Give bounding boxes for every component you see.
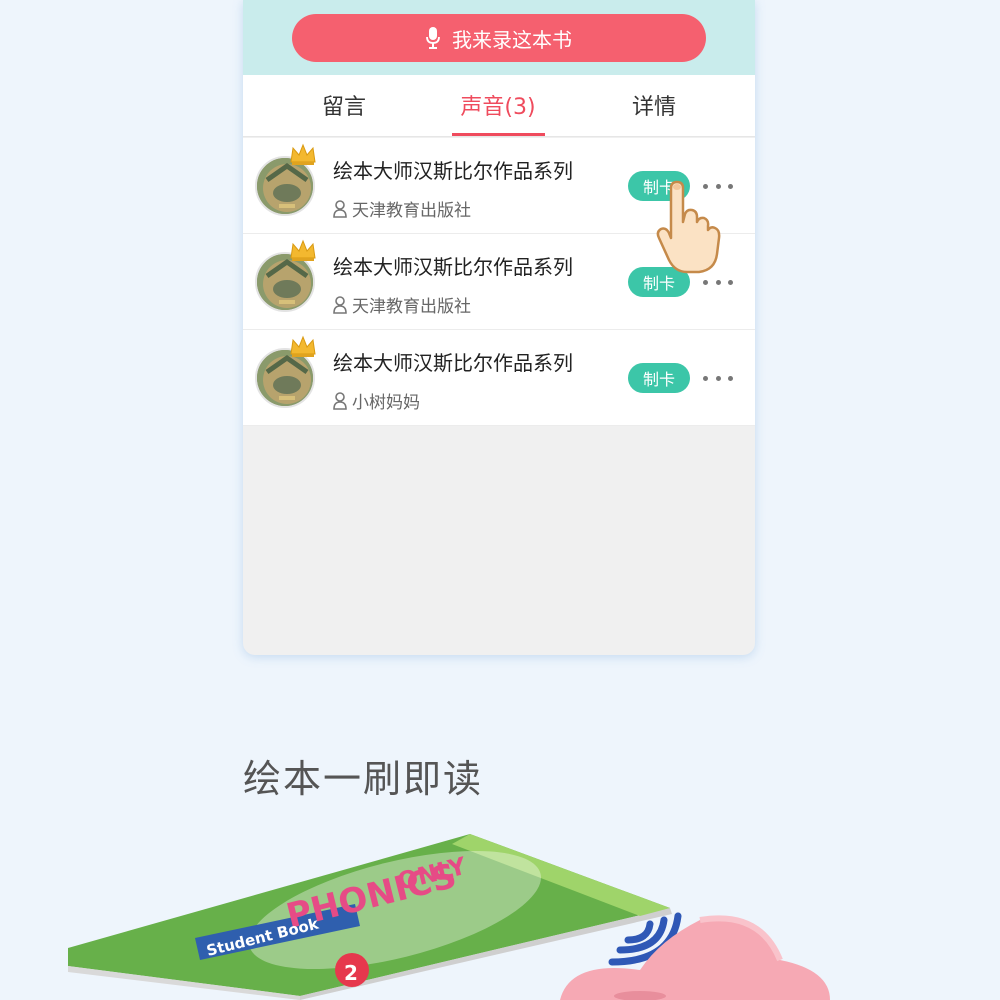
- phone-screen: 我来录这本书 留言 声音(3) 详情 绘本大师汉斯比尔作品系列 天津教育出版社 …: [243, 0, 755, 655]
- tab-details[interactable]: 详情: [623, 89, 685, 135]
- item-author: 天津教育出版社: [333, 196, 471, 221]
- item-author-name: 小树妈妈: [352, 393, 420, 413]
- person-icon: [333, 295, 347, 314]
- record-book-button[interactable]: 我来录这本书: [292, 14, 706, 62]
- book-cover-text: 2: [344, 961, 358, 985]
- section-title: 绘本一刷即读: [243, 757, 484, 801]
- tab-voice[interactable]: 声音(3): [448, 89, 548, 135]
- item-author: 天津教育出版社: [333, 292, 471, 317]
- crown-icon: [290, 239, 316, 261]
- more-icon[interactable]: [703, 367, 733, 389]
- more-dot: [703, 375, 708, 381]
- make-card-button[interactable]: 制卡: [628, 363, 690, 393]
- list-item[interactable]: 绘本大师汉斯比尔作品系列 小树妈妈 制卡: [243, 330, 755, 426]
- item-title: 绘本大师汉斯比尔作品系列: [333, 351, 573, 375]
- item-author-name: 天津教育出版社: [352, 297, 471, 317]
- item-author: 小树妈妈: [333, 388, 420, 413]
- more-dot: [715, 279, 721, 285]
- crown-icon: [290, 143, 316, 165]
- more-dot: [728, 375, 733, 381]
- person-icon: [333, 199, 347, 218]
- tab-messages[interactable]: 留言: [313, 89, 375, 135]
- item-title: 绘本大师汉斯比尔作品系列: [333, 159, 573, 183]
- active-tab-indicator: [452, 133, 545, 136]
- more-dot: [728, 279, 733, 285]
- crown-icon: [290, 335, 316, 357]
- pink-reader-device: [560, 915, 830, 1000]
- more-dot: [715, 375, 721, 381]
- more-dot: [728, 183, 733, 189]
- book-and-reader-illustration: ONLY PHONICS Student Book 2: [68, 834, 830, 1000]
- person-icon: [333, 391, 347, 410]
- tab-bar: 留言 声音(3) 详情: [243, 75, 755, 137]
- tap-hand-icon: [656, 180, 721, 274]
- item-title: 绘本大师汉斯比尔作品系列: [333, 255, 573, 279]
- item-author-name: 天津教育出版社: [352, 201, 471, 221]
- record-area: 我来录这本书: [243, 0, 755, 75]
- record-book-label: 我来录这本书: [452, 27, 572, 52]
- mic-icon: [426, 27, 440, 49]
- more-dot: [703, 279, 708, 285]
